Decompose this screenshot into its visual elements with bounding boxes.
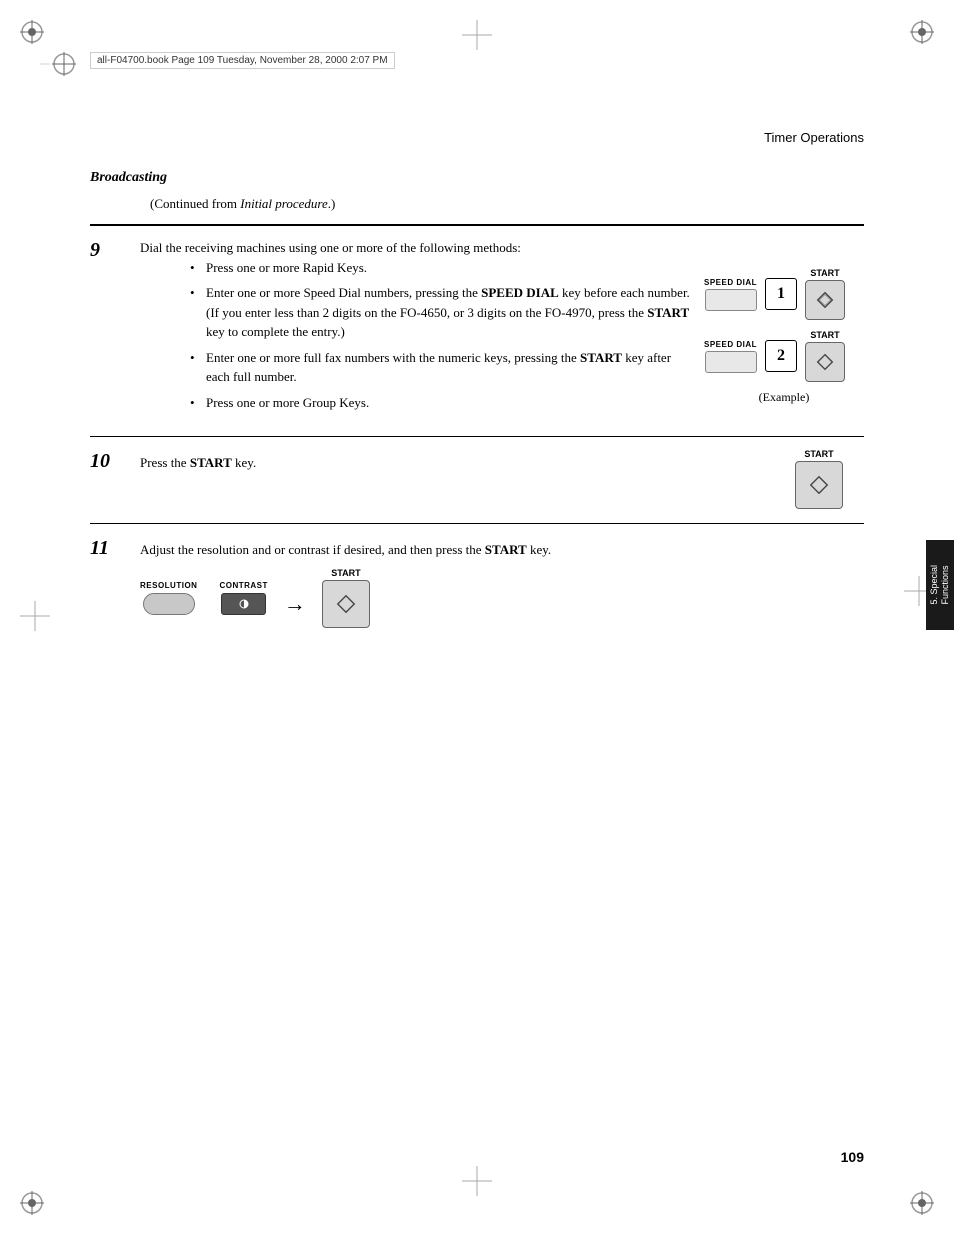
left-center-mark [20, 601, 50, 635]
step-10-diagram: START [774, 449, 864, 509]
start-btn-1: START [805, 268, 845, 320]
bullet-4: Press one or more Group Keys. [190, 393, 694, 413]
bottom-center-mark [462, 1166, 492, 1200]
speed-dial-button-1: SPEED DIAL [704, 278, 757, 311]
step-9-text: Dial the receiving machines using one or… [140, 238, 694, 258]
page-title: Timer Operations [764, 130, 864, 145]
step-11-text: Adjust the resolution and or contrast if… [140, 540, 551, 560]
step-9-row: 9 Dial the receiving machines using one … [90, 238, 864, 422]
side-tab-special-functions: 5. SpecialFunctions [926, 540, 954, 630]
example-text: (Example) [704, 390, 864, 405]
speed-dial-label-2: SPEED DIAL [704, 340, 757, 349]
step-9-content: Dial the receiving machines using one or… [140, 238, 694, 422]
step-11-diagram: RESOLUTION CONTRAST → [140, 568, 370, 628]
start-label-1: START [810, 268, 839, 278]
divider-2 [90, 436, 864, 437]
step-10-row: 10 Press the START key. START [90, 449, 864, 509]
step-9-bullets: Press one or more Rapid Keys. Enter one … [190, 258, 694, 413]
contrast-key [221, 593, 266, 615]
corner-mark-bl [20, 1155, 80, 1215]
resolution-key [143, 593, 195, 615]
bullet-3: Enter one or more full fax numbers with … [190, 348, 694, 387]
bullet-1: Press one or more Rapid Keys. [190, 258, 694, 278]
speed-dial-key-1 [705, 289, 757, 311]
start-label-10: START [804, 449, 833, 459]
resolution-label: RESOLUTION [140, 581, 197, 590]
step-10-number: 10 [90, 449, 140, 473]
top-center-mark [462, 20, 492, 54]
start-label-11: START [331, 568, 360, 578]
start-key-1 [805, 280, 845, 320]
arrow-symbol: → [284, 591, 306, 617]
main-content: Broadcasting (Continued from Initial pro… [90, 170, 864, 642]
side-tab-text: 5. SpecialFunctions [929, 565, 951, 605]
section-heading: Broadcasting [90, 170, 864, 186]
continued-prefix: (Continued from [150, 196, 240, 211]
step-11-number: 11 [90, 536, 140, 560]
start-label-2: START [810, 330, 839, 340]
start-key-10 [795, 461, 843, 509]
step-11-top: 11 Adjust the resolution and or contrast… [90, 536, 551, 560]
speed-dial-key-2 [705, 351, 757, 373]
start-btn-11: START [322, 568, 370, 628]
corner-mark-tr [874, 20, 934, 80]
number-box-2: 2 [765, 340, 797, 372]
start-key-11 [322, 580, 370, 628]
continued-end: .) [328, 196, 336, 211]
contrast-label: CONTRAST [219, 581, 267, 590]
page: all-F04700.book Page 109 Tuesday, Novemb… [0, 0, 954, 1235]
divider-3 [90, 523, 864, 524]
speed-dial-row-1: SPEED DIAL 1 START [704, 268, 864, 320]
divider-top [90, 224, 864, 226]
number-box-1: 1 [765, 278, 797, 310]
corner-mark-br [874, 1155, 934, 1215]
speed-dial-label-1: SPEED DIAL [704, 278, 757, 287]
continued-italic: Initial procedure [240, 196, 328, 211]
step-9-diagram: SPEED DIAL 1 START [704, 268, 864, 405]
continued-text: (Continued from Initial procedure.) [150, 196, 864, 212]
page-number: 109 [841, 1149, 864, 1165]
contrast-button: CONTRAST [219, 581, 267, 615]
start-btn-2: START [805, 330, 845, 382]
speed-dial-button-2: SPEED DIAL [704, 340, 757, 373]
file-header: all-F04700.book Page 109 Tuesday, Novemb… [90, 52, 395, 69]
step-9-number: 9 [90, 238, 140, 262]
bullet-2: Enter one or more Speed Dial numbers, pr… [190, 283, 694, 342]
start-key-2 [805, 342, 845, 382]
step-10-text: Press the START key. [140, 453, 734, 473]
corner-mark-tl [20, 20, 80, 80]
resolution-button: RESOLUTION [140, 581, 197, 615]
step-11-row: 11 Adjust the resolution and or contrast… [90, 536, 864, 628]
speed-dial-row-2: SPEED DIAL 2 START [704, 330, 864, 382]
